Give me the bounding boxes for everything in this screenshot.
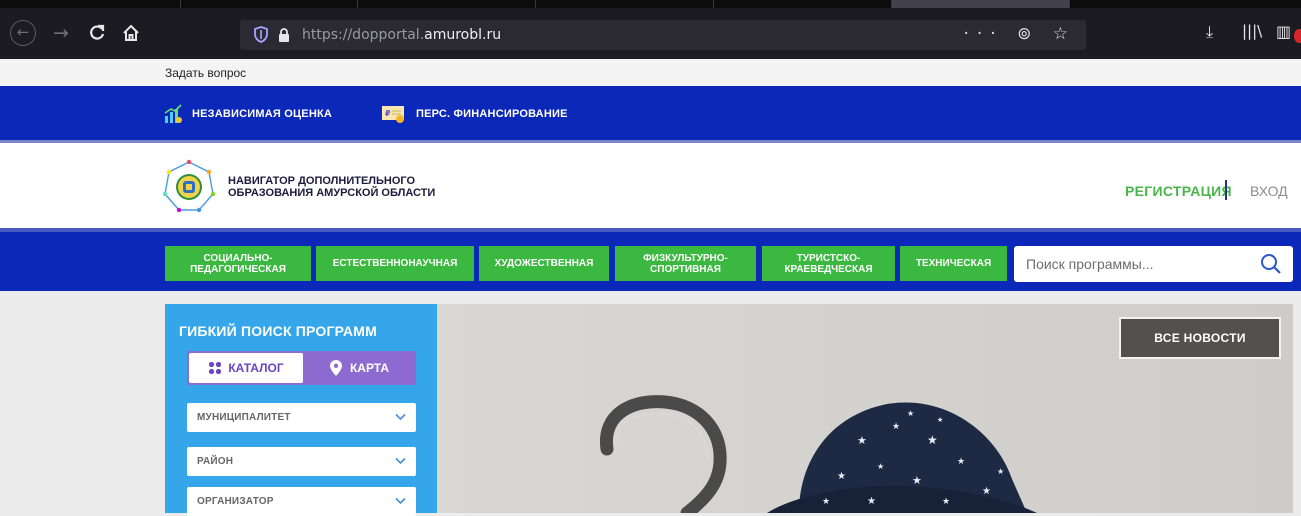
svg-text:★: ★ (942, 496, 950, 506)
svg-text:★: ★ (877, 462, 884, 471)
sidebar-icon[interactable]: ▥ (1276, 22, 1291, 41)
shield-icon[interactable] (254, 26, 268, 43)
forward-icon[interactable]: → (48, 20, 74, 46)
lock-icon[interactable] (278, 28, 290, 42)
download-icon[interactable]: ⤓ (1206, 22, 1213, 42)
chevron-down-icon (395, 497, 406, 505)
url-text[interactable]: https://dopportal.amurobl.ru (302, 27, 501, 43)
nav-technical[interactable]: ТЕХНИЧЕСКАЯ (900, 246, 1007, 281)
search-icon[interactable] (1260, 253, 1282, 275)
top-strip: Задать вопрос (0, 59, 1301, 86)
reload-icon[interactable] (84, 20, 110, 46)
login-link[interactable]: ВХОД (1250, 183, 1288, 199)
svg-text:★: ★ (857, 435, 867, 447)
site-header: НАВИГАТОР ДОПОЛНИТЕЛЬНОГО ОБРАЗОВАНИЯ АМ… (0, 140, 1301, 228)
home-icon[interactable] (118, 20, 144, 46)
header-divider (1225, 180, 1227, 200)
logo-title[interactable]: НАВИГАТОР ДОПОЛНИТЕЛЬНОГО ОБРАЗОВАНИЯ АМ… (228, 175, 435, 199)
browser-tab-strip (0, 0, 1301, 8)
certificate-icon: ₽ (382, 106, 404, 123)
nav-tourism[interactable]: ТУРИСТСКО- КРАЕВЕДЧЕСКАЯ (762, 246, 895, 281)
independent-assessment-link[interactable]: НЕЗАВИСИМАЯ ОЦЕНКА (163, 104, 332, 124)
page-actions-icons[interactable]: ··· ⊚ ☆ (963, 24, 1076, 44)
back-icon[interactable]: ← (10, 20, 36, 46)
svg-text:★: ★ (822, 496, 830, 506)
main-content: ГИБКИЙ ПОИСК ПРОГРАММ КАТАЛОГ КАРТА МУНИ… (0, 291, 1301, 516)
map-pin-icon (329, 360, 342, 376)
nav-social-pedagogical[interactable]: СОЦИАЛЬНО- ПЕДАГОГИЧЕСКАЯ (165, 246, 311, 281)
view-toggle: КАТАЛОГ КАРТА (187, 351, 416, 385)
svg-text:★: ★ (907, 409, 914, 418)
organizer-select[interactable]: ОРГАНИЗАТОР (187, 487, 416, 516)
address-bar[interactable]: https://dopportal.amurobl.ru ··· ⊚ ☆ (240, 20, 1086, 50)
category-nav: СОЦИАЛЬНО- ПЕДАГОГИЧЕСКАЯ ЕСТЕСТВЕННОНАУЧ… (0, 228, 1301, 291)
district-select[interactable]: РАЙОН (187, 447, 416, 476)
svg-text:₽: ₽ (385, 109, 391, 118)
svg-text:★: ★ (912, 475, 922, 487)
all-news-button[interactable]: ВСЕ НОВОСТИ (1119, 317, 1281, 359)
nav-artistic[interactable]: ХУДОЖЕСТВЕННАЯ (479, 246, 609, 281)
extension-icon[interactable] (1294, 29, 1301, 43)
personal-financing-link[interactable]: ₽ ПЕРС. ФИНАНСИРОВАНИЕ (381, 104, 568, 124)
program-search (1014, 246, 1293, 282)
map-tab[interactable]: КАРТА (305, 353, 414, 383)
nav-sports[interactable]: ФИЗКУЛЬТУРНО- СПОРТИВНАЯ (615, 246, 756, 281)
filter-title: ГИБКИЙ ПОИСК ПРОГРАММ (179, 323, 377, 339)
svg-text:★: ★ (982, 486, 991, 497)
svg-text:★: ★ (837, 471, 846, 482)
flexible-search-panel: ГИБКИЙ ПОИСК ПРОГРАММ КАТАЛОГ КАРТА МУНИ… (165, 304, 437, 516)
ask-question-link[interactable]: Задать вопрос (165, 66, 246, 80)
top-links-bar: НЕЗАВИСИМАЯ ОЦЕНКА ₽ ПЕРС. ФИНАНСИРОВАНИ… (0, 86, 1301, 140)
register-link[interactable]: РЕГИСТРАЦИЯ (1125, 183, 1232, 199)
chevron-down-icon (395, 457, 406, 465)
svg-text:★: ★ (957, 456, 965, 466)
svg-text:★: ★ (997, 467, 1004, 476)
news-hero-image[interactable]: ★ ★ ★ ★ ★ ★ ★ ★ ★ ★ ★ ★ ★ ★ ВСЕ НОВОСТИ (437, 304, 1293, 513)
svg-text:★: ★ (937, 416, 943, 424)
nav-natural-science[interactable]: ЕСТЕСТВЕННОНАУЧНАЯ (316, 246, 474, 281)
grid-icon (209, 361, 222, 375)
svg-text:★: ★ (927, 433, 938, 447)
svg-text:★: ★ (867, 496, 876, 507)
chart-icon (164, 104, 182, 123)
library-icon[interactable]: |||\ (1242, 22, 1262, 40)
chevron-down-icon (395, 413, 406, 421)
site-logo[interactable] (161, 158, 217, 214)
search-input[interactable] (1026, 255, 1246, 273)
catalog-tab[interactable]: КАТАЛОГ (189, 353, 303, 383)
svg-text:★: ★ (892, 421, 900, 431)
browser-toolbar: ← → https://dopportal.amurobl.ru ··· ⊚ ☆… (0, 8, 1301, 59)
municipality-select[interactable]: МУНИЦИПАЛИТЕТ (187, 403, 416, 432)
